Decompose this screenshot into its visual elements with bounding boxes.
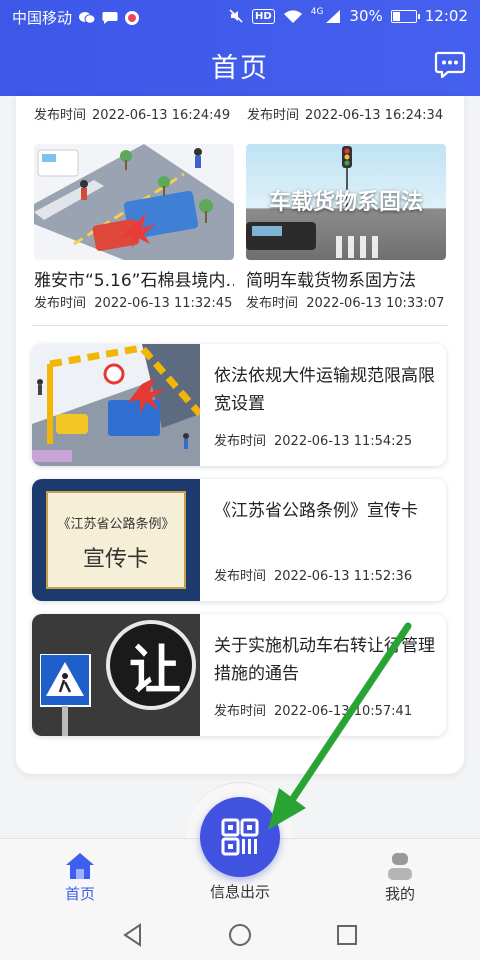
status-bar: 中国移动 HD 4G 30% 12:02 xyxy=(0,0,480,34)
app-notification-icon xyxy=(125,10,140,25)
accident-illustration xyxy=(34,144,234,260)
grid-news-item[interactable]: 车载货物系固法 简明车载货物系固方法 发布时间 2022-06-13 10:33… xyxy=(246,144,446,314)
list-item-meta[interactable]: 发布时间 2022-06-13 16:24:49 xyxy=(34,104,230,123)
nav-item-mine[interactable]: 我的 xyxy=(340,839,460,911)
publish-time: 2022-06-13 10:57:41 xyxy=(274,704,413,719)
battery-percent: 30% xyxy=(349,7,383,25)
news-title: 简明车载货物系固方法 xyxy=(246,271,416,291)
recents-icon[interactable] xyxy=(332,920,362,950)
thumbnail-text: 车载货物系固法 xyxy=(268,190,423,215)
height-limit-illustration xyxy=(32,344,200,466)
grid-news-item[interactable]: 雅安市“5.16”石棉县境内… 发布时间 2022-06-13 11:32:45 xyxy=(34,144,234,314)
thumbnail-line2: 宣传卡 xyxy=(82,547,149,572)
thumbnail-text: 让 xyxy=(128,641,181,701)
publish-label: 发布时间 xyxy=(214,434,267,449)
divider xyxy=(32,325,448,326)
wifi-icon xyxy=(283,9,302,23)
chat-bubble-icon xyxy=(102,11,118,24)
qr-code-icon xyxy=(221,818,259,856)
hd-badge: HD xyxy=(252,8,275,24)
publish-time: 2022-06-13 16:24:49 xyxy=(92,108,231,123)
news-title: 依法依规大件运输规范限高限宽设置 xyxy=(214,366,435,414)
news-title: 《江苏省公路条例》宣传卡 xyxy=(214,501,418,521)
publish-label: 发布时间 xyxy=(34,296,87,311)
news-meta: 发布时间 2022-06-13 11:52:36 xyxy=(214,565,412,584)
battery-icon xyxy=(390,9,420,23)
publish-label: 发布时间 xyxy=(214,704,267,719)
publish-label: 发布时间 xyxy=(247,108,300,123)
signal-icon xyxy=(326,9,341,23)
news-card[interactable]: 让 关于实施机动车右转让行管理措施的通告 发布时间 2022-06-13 10:5… xyxy=(32,614,446,736)
road-regulation-card-thumbnail: 《江苏省公路条例》 宣传卡 xyxy=(32,479,200,601)
news-title: 雅安市“5.16”石棉县境内… xyxy=(34,271,234,291)
thumbnail-line1: 《江苏省公路条例》 xyxy=(57,517,175,532)
nav-item-home[interactable]: 首页 xyxy=(20,839,140,911)
news-title: 关于实施机动车右转让行管理措施的通告 xyxy=(214,636,435,684)
news-meta: 发布时间 2022-06-13 11:54:25 xyxy=(214,430,412,449)
news-card[interactable]: 依法依规大件运输规范限高限宽设置 发布时间 2022-06-13 11:54:25 xyxy=(32,344,446,466)
publish-time: 2022-06-13 11:52:36 xyxy=(274,569,413,584)
publish-time: 2022-06-13 11:54:25 xyxy=(274,434,413,449)
yield-sign-thumbnail: 让 xyxy=(32,614,200,736)
publish-time: 2022-06-13 16:24:34 xyxy=(305,108,444,123)
cargo-securing-thumbnail: 车载货物系固法 xyxy=(246,144,446,260)
mute-icon xyxy=(229,9,243,23)
system-nav-bar xyxy=(0,910,480,960)
page-title: 首页 xyxy=(211,53,269,84)
news-meta: 发布时间 2022-06-13 10:57:41 xyxy=(214,700,412,719)
network-type: 4G xyxy=(310,7,324,17)
publish-label: 发布时间 xyxy=(214,569,267,584)
news-card[interactable]: 《江苏省公路条例》 宣传卡 《江苏省公路条例》宣传卡 发布时间 2022-06-1… xyxy=(32,479,446,601)
publish-label: 发布时间 xyxy=(34,108,87,123)
wechat-icon xyxy=(79,11,96,24)
message-icon[interactable] xyxy=(434,48,466,80)
back-icon[interactable] xyxy=(118,920,148,950)
news-meta: 发布时间 2022-06-13 11:32:45 xyxy=(34,292,234,311)
news-meta: 发布时间 2022-06-13 10:33:07 xyxy=(246,292,446,311)
home-circle-icon[interactable] xyxy=(225,920,255,950)
info-display-button[interactable] xyxy=(200,797,280,877)
nav-label-info: 信息出示 xyxy=(209,883,270,901)
nav-label-home: 首页 xyxy=(64,885,95,903)
home-icon xyxy=(66,853,94,879)
battery-level xyxy=(392,11,400,21)
crosswalk-sign-icon xyxy=(40,654,91,736)
nav-label-mine: 我的 xyxy=(384,885,415,903)
clock: 12:02 xyxy=(424,7,468,25)
content-card: 发布时间 2022-06-13 16:24:49 发布时间 2022-06-13 1… xyxy=(16,96,464,774)
app-header: 中国移动 HD 4G 30% 12:02 首页 xyxy=(0,0,480,96)
user-icon xyxy=(388,853,412,880)
list-item-meta[interactable]: 发布时间 2022-06-13 16:24:34 xyxy=(247,104,443,123)
publish-time: 2022-06-13 11:32:45 xyxy=(94,296,233,311)
carrier-text: 中国移动 xyxy=(12,9,73,27)
publish-label: 发布时间 xyxy=(246,296,299,311)
publish-time: 2022-06-13 10:33:07 xyxy=(306,296,445,311)
